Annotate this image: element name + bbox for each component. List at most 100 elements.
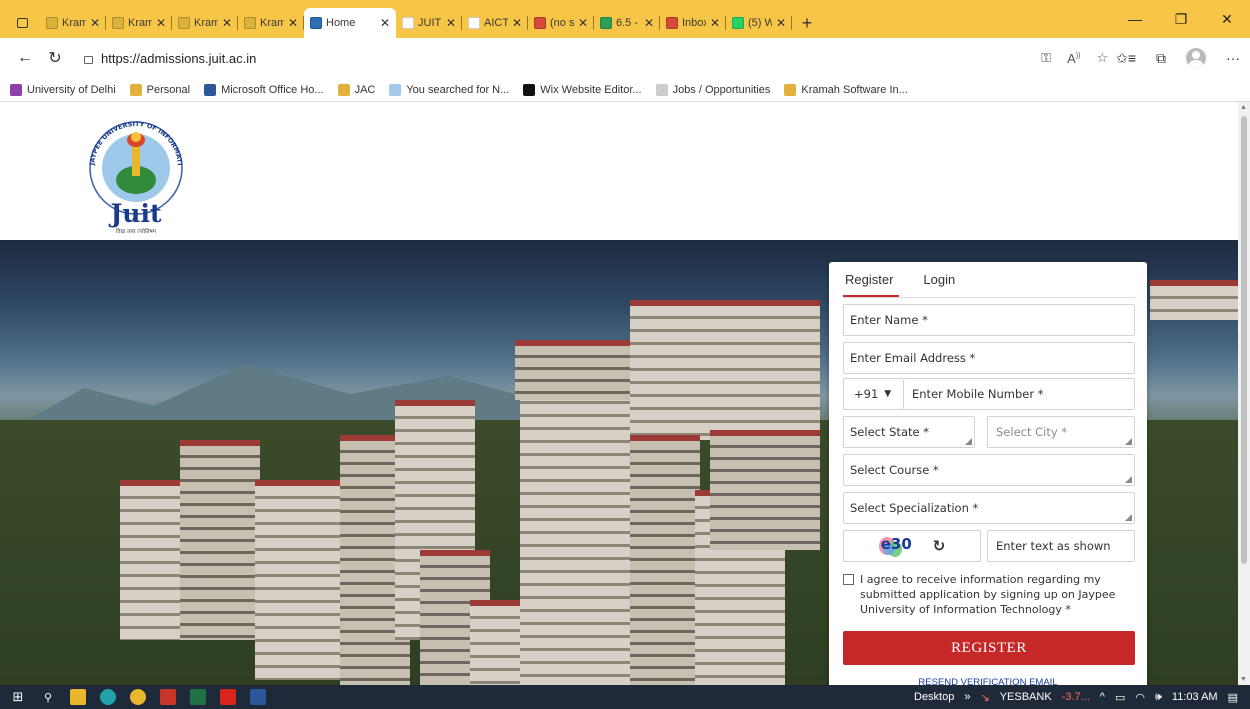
battery-icon[interactable]: ▭ — [1115, 691, 1125, 704]
select-resize-icon — [1125, 476, 1132, 483]
bookmark-item[interactable]: Kramah Software In... — [784, 83, 908, 96]
juit-logo[interactable]: JAYPEE UNIVERSITY OF INFORMATION TECHNOL… — [80, 110, 192, 236]
browser-tab[interactable]: Krama ✕ — [106, 8, 172, 38]
profile-avatar[interactable] — [1186, 48, 1206, 68]
acrobat-icon[interactable] — [220, 689, 236, 705]
tab-label: Home — [326, 17, 356, 29]
tab-close-icon[interactable]: ✕ — [156, 16, 166, 30]
name-input[interactable]: Enter Name * — [843, 304, 1135, 336]
tab-label: AICTE — [484, 17, 508, 29]
course-select[interactable]: Select Course * — [843, 454, 1135, 486]
tab-close-icon[interactable]: ✕ — [644, 16, 654, 30]
tab-login[interactable]: Login — [923, 272, 955, 297]
agree-text: I agree to receive information regarding… — [860, 573, 1116, 616]
tab-close-icon[interactable]: ✕ — [380, 16, 390, 30]
agree-checkbox[interactable] — [843, 574, 854, 585]
minimize-button[interactable]: — — [1112, 0, 1158, 38]
bookmark-item[interactable]: Microsoft Office Ho... — [204, 83, 324, 96]
tab-actions-button[interactable] — [4, 8, 40, 38]
country-code-select[interactable]: +91 ▼ — [843, 378, 903, 410]
tab-register[interactable]: Register — [843, 272, 900, 297]
tab-actions-icon — [16, 18, 28, 28]
lock-icon — [84, 55, 93, 64]
browser-tab[interactable]: Inbox ✕ — [660, 8, 726, 38]
tray-expand-icon[interactable]: ^ — [1100, 691, 1105, 703]
volume-icon[interactable]: 🕪 — [1155, 691, 1162, 704]
search-icon[interactable]: ⚲ — [40, 689, 56, 705]
specialization-select-label: Select Specialization * — [850, 501, 979, 515]
tab-close-icon[interactable]: ✕ — [446, 16, 456, 30]
bookmark-item[interactable]: JAC — [337, 83, 375, 96]
windows-taskbar: ⊞ ⚲ Desktop » ↘ YESBANK -3.7... ^ ▭ ◠ 🕪 … — [0, 685, 1250, 709]
tab-close-icon[interactable]: ✕ — [90, 16, 100, 30]
new-tab-button[interactable]: + — [792, 8, 822, 38]
scrollbar-thumb[interactable] — [1241, 116, 1247, 564]
tab-close-icon[interactable]: ✕ — [710, 16, 720, 30]
register-button[interactable]: REGISTER — [843, 631, 1135, 665]
tab-close-icon[interactable]: ✕ — [776, 16, 786, 30]
resend-verification-link[interactable]: RESEND VERIFICATION EMAIL — [829, 677, 1147, 685]
browser-tab[interactable]: (5) Wh ✕ — [726, 8, 792, 38]
tab-close-icon[interactable]: ✕ — [288, 16, 298, 30]
edge-icon[interactable] — [100, 689, 116, 705]
browser-tab[interactable]: Krama ✕ — [40, 8, 106, 38]
windows-start-icon[interactable]: ⊞ — [10, 689, 26, 705]
tab-label: Krama — [62, 17, 86, 29]
tab-label: Inbox — [682, 17, 706, 29]
close-window-button[interactable]: ✕ — [1204, 0, 1250, 38]
select-resize-icon — [965, 438, 972, 445]
bookmark-item[interactable]: Personal — [129, 83, 190, 96]
specialization-select[interactable]: Select Specialization * — [843, 492, 1135, 524]
restore-button[interactable]: ❐ — [1158, 0, 1204, 38]
bookmark-item[interactable]: Wix Website Editor... — [523, 83, 642, 96]
file-explorer-icon[interactable] — [70, 689, 86, 705]
bookmark-item[interactable]: You searched for N... — [389, 83, 509, 96]
browser-tab[interactable]: 6.5 - C ✕ — [594, 8, 660, 38]
browser-tab[interactable]: AICTE ✕ — [462, 8, 528, 38]
browser-tab[interactable]: Home ✕ — [304, 8, 396, 38]
browser-tab[interactable]: JUIT15 ✕ — [396, 8, 462, 38]
more-menu-icon[interactable]: ··· — [1226, 50, 1240, 66]
collections-icon[interactable]: ⧉ — [1156, 50, 1166, 67]
captcha-refresh-icon[interactable]: ↻ — [933, 537, 946, 555]
logo-wordmark: Juit — [108, 199, 162, 228]
tab-close-icon[interactable]: ✕ — [222, 16, 232, 30]
country-code-value: +91 — [854, 387, 879, 401]
tab-favicon-icon — [534, 17, 546, 29]
tab-close-icon[interactable]: ✕ — [578, 16, 588, 30]
email-input[interactable]: Enter Email Address * — [843, 342, 1135, 374]
excel-icon[interactable] — [190, 689, 206, 705]
tab-favicon-icon — [244, 17, 256, 29]
favorite-add-icon[interactable]: ☆ — [1096, 50, 1108, 66]
scroll-down-icon[interactable]: ▼ — [1240, 676, 1247, 683]
tab-label: Krama — [260, 17, 284, 29]
page-scrollbar[interactable]: ▲ ▼ — [1238, 102, 1250, 685]
chrome-icon[interactable] — [130, 689, 146, 705]
desktop-toolbar-label[interactable]: Desktop — [914, 691, 954, 703]
url-field[interactable]: https://admissions.juit.ac.in — [76, 43, 1041, 73]
notifications-icon[interactable]: ▤ — [1228, 691, 1238, 704]
filezilla-icon[interactable] — [160, 689, 176, 705]
state-select[interactable]: Select State * — [843, 416, 975, 448]
refresh-icon: ↻ — [48, 50, 62, 67]
favorites-icon[interactable]: ✩≡ — [1116, 50, 1136, 67]
stock-name[interactable]: YESBANK — [1000, 691, 1052, 703]
bookmark-item[interactable]: University of Delhi — [10, 83, 116, 96]
back-button[interactable]: ← — [10, 43, 40, 73]
refresh-button[interactable]: ↻ — [40, 43, 70, 73]
clock-time[interactable]: 11:03 AM — [1172, 691, 1218, 703]
toolbar-expand-icon[interactable]: » — [964, 691, 970, 703]
word-icon[interactable] — [250, 689, 266, 705]
read-aloud-icon[interactable]: A)) — [1067, 51, 1080, 66]
bookmark-item[interactable]: Jobs / Opportunities — [655, 83, 770, 96]
scroll-up-icon[interactable]: ▲ — [1240, 104, 1247, 111]
browser-tab[interactable]: Krama ✕ — [238, 8, 304, 38]
tab-close-icon[interactable]: ✕ — [512, 16, 522, 30]
wifi-icon[interactable]: ◠ — [1135, 691, 1145, 704]
mobile-input[interactable]: Enter Mobile Number * — [903, 378, 1135, 410]
browser-tab[interactable]: Krama ✕ — [172, 8, 238, 38]
key-icon[interactable]: ⚿ — [1041, 50, 1051, 66]
city-select[interactable]: Select City * — [987, 416, 1135, 448]
captcha-input[interactable]: Enter text as shown — [987, 530, 1135, 562]
browser-tab[interactable]: (no su ✕ — [528, 8, 594, 38]
